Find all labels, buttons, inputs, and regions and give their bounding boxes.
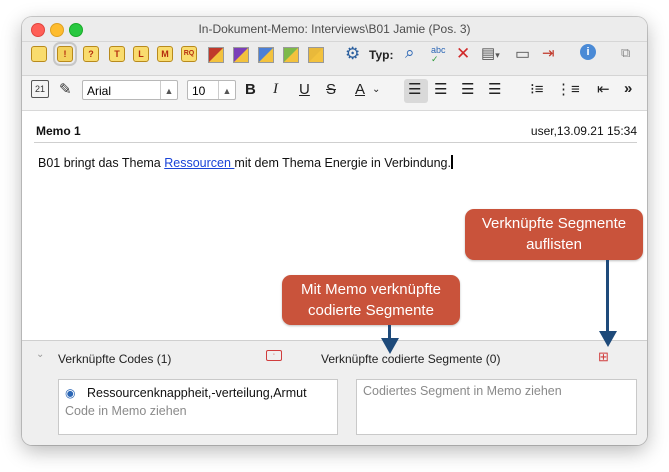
italic-button[interactable]: I — [273, 81, 278, 98]
callout-memo-segments: Mit Memo verknüpfte codierte Segmente — [282, 275, 460, 325]
linked-codes-label: Verknüpfte Codes (1) — [58, 352, 172, 366]
memo-title: Memo 1 — [36, 124, 81, 138]
size-value: 10 — [192, 84, 206, 98]
memo-meta: user,13.09.21 15:34 — [530, 124, 637, 138]
chevron-down-icon: ▲ — [218, 81, 235, 99]
linked-segments-label: Verknüpfte codierte Segmente (0) — [321, 352, 501, 366]
window-title: In-Dokument-Memo: Interviews\B01 Jamie (… — [198, 22, 471, 36]
underline-button[interactable]: U — [299, 81, 310, 98]
delete-icon[interactable]: ✕ — [456, 44, 470, 64]
info-icon[interactable]: i — [580, 44, 596, 60]
memo-type-question-icon[interactable]: ? — [83, 46, 99, 62]
memo-type-method-icon[interactable]: M — [157, 46, 173, 62]
chevron-down-icon: ▲ — [160, 81, 177, 99]
linked-segments-box[interactable]: Codiertes Segment in Memo ziehen — [356, 379, 637, 435]
more-icon[interactable]: » — [624, 80, 632, 97]
linked-codes-placeholder: Code in Memo ziehen — [65, 404, 187, 418]
memo-color-yellow-icon[interactable] — [308, 47, 324, 63]
search-icon[interactable]: ⌕ — [405, 43, 415, 63]
numbered-list-icon[interactable]: ⋮≡ — [556, 80, 580, 98]
font-color-button[interactable]: A — [355, 81, 365, 98]
memo-type-research-question-icon[interactable]: RQ — [181, 46, 197, 62]
arrow-line — [606, 260, 609, 336]
memo-type-exclamation-icon[interactable]: ! — [53, 42, 77, 66]
align-center-icon[interactable]: ☰ — [434, 80, 447, 98]
divider — [34, 142, 637, 143]
bold-button[interactable]: B — [245, 81, 256, 98]
spellcheck-icon[interactable]: abc ✓ — [431, 46, 446, 64]
window-icon[interactable]: ⧉ — [621, 45, 630, 61]
linked-codes-box[interactable]: ◉ Ressourcenknappheit,-verteilung,Armut … — [58, 379, 338, 435]
font-select[interactable]: Arial ▲ — [82, 80, 178, 100]
memo-text-after: mit dem Thema Energie in Verbindung. — [234, 156, 451, 170]
memo-type-literature-icon[interactable]: L — [133, 46, 149, 62]
linked-segments-placeholder: Codiertes Segment in Memo ziehen — [363, 384, 562, 398]
bullet-list-icon[interactable]: ⁝≡ — [530, 80, 544, 98]
outdent-icon[interactable]: ⇤ — [597, 80, 610, 98]
calendar-icon[interactable]: 21 — [31, 80, 49, 98]
type-label: Typ: — [369, 48, 394, 62]
strikethrough-button[interactable]: S — [326, 81, 336, 98]
callout-line: Mit Memo verknüpfte — [300, 281, 442, 298]
memo-color-blue-icon[interactable] — [258, 47, 274, 63]
callout-line: Verknüpfte Segmente — [481, 215, 627, 232]
align-justify-icon[interactable]: ☰ — [488, 80, 501, 98]
memo-color-purple-icon[interactable] — [233, 47, 249, 63]
memo-link[interactable]: Ressourcen — [164, 156, 234, 170]
title-bar: In-Dokument-Memo: Interviews\B01 Jamie (… — [22, 17, 647, 42]
list-segments-icon[interactable]: ⊞ — [598, 349, 609, 365]
arrow-head — [381, 338, 399, 354]
arrow-head — [599, 331, 617, 347]
exit-icon[interactable]: ⇥ — [542, 44, 555, 62]
collapse-chevron-icon[interactable]: ⌄ — [36, 349, 44, 360]
memo-color-green-icon[interactable] — [283, 47, 299, 63]
memo-body[interactable]: B01 bringt das Thema Ressourcen mit dem … — [38, 155, 453, 170]
linked-code-item[interactable]: Ressourcenknappheit,-verteilung,Armut — [87, 386, 307, 400]
gear-icon[interactable]: ⚙ — [345, 44, 360, 64]
align-left-icon[interactable]: ☰ — [408, 80, 421, 98]
size-select[interactable]: 10 ▲ — [187, 80, 236, 100]
code-icon: ◉ — [65, 386, 76, 400]
memo-color-orange-icon[interactable] — [208, 47, 224, 63]
memo-type-default-icon[interactable] — [31, 46, 47, 62]
chevron-down-icon[interactable]: ⌄ — [372, 84, 380, 95]
callout-line: auflisten — [526, 236, 582, 253]
memo-type-theory-icon[interactable]: T — [109, 46, 125, 62]
code-link-icon[interactable]: ◦ — [266, 350, 282, 361]
format-brush-icon[interactable]: ✎ — [59, 80, 72, 98]
print-icon[interactable]: ▭ — [515, 44, 530, 64]
font-value: Arial — [87, 84, 112, 98]
align-right-icon[interactable]: ☰ — [461, 80, 474, 98]
text-caret — [450, 155, 453, 169]
export-icon[interactable]: ▤▾ — [481, 44, 500, 62]
memo-text-before: B01 bringt das Thema — [38, 156, 165, 170]
callout-line: codierte Segmente — [308, 302, 434, 319]
callout-list-segments: Verknüpfte Segmente auflisten — [465, 209, 643, 260]
